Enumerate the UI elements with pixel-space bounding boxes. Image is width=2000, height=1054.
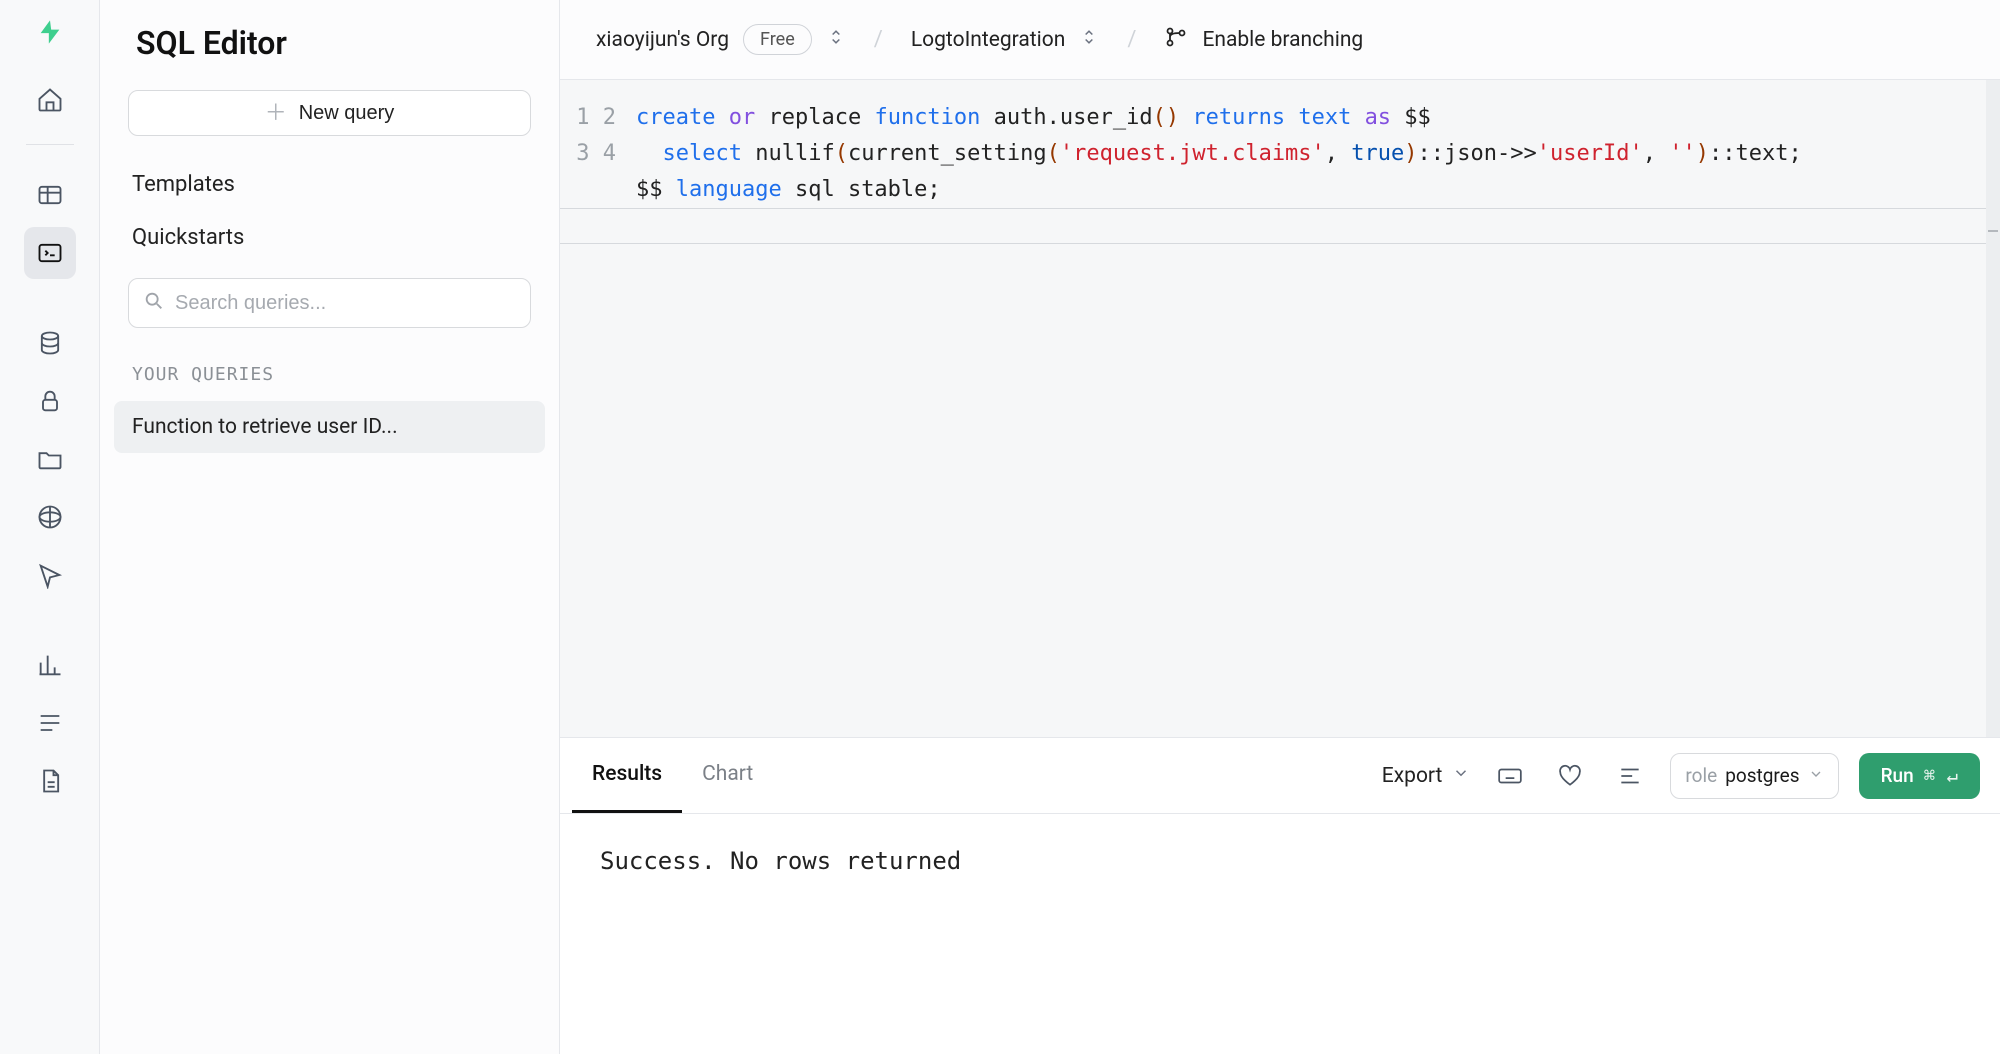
nav-edge-functions[interactable]	[24, 491, 76, 543]
tab-results[interactable]: Results	[572, 738, 682, 813]
plan-badge: Free	[743, 24, 812, 55]
breadcrumb-bar: xiaoyijun's Org Free / LogtoIntegration …	[560, 0, 2000, 80]
saved-query-item[interactable]: Function to retrieve user ID...	[114, 401, 545, 453]
nav-auth[interactable]	[24, 375, 76, 427]
sidebar-templates[interactable]: Templates	[128, 158, 531, 211]
sql-editor[interactable]: 1 2 3 4 create or replace function auth.…	[560, 80, 2000, 738]
editor-gutter: 1 2 3 4	[560, 80, 628, 737]
tab-chart[interactable]: Chart	[682, 738, 773, 813]
favorite-icon[interactable]	[1550, 756, 1590, 796]
results-message: Success. No rows returned	[600, 847, 961, 875]
branch-icon	[1164, 25, 1188, 55]
chevron-up-down-icon	[1079, 27, 1099, 53]
sql-sidebar: SQL Editor ＋ New query Templates Quickst…	[100, 0, 560, 1054]
role-value: postgres	[1725, 764, 1799, 787]
breadcrumb-sep: /	[864, 27, 893, 52]
editor-scrollbar[interactable]	[1986, 80, 2000, 737]
nav-logs[interactable]	[24, 697, 76, 749]
nav-storage[interactable]	[24, 433, 76, 485]
result-tabs: Results Chart	[572, 738, 773, 813]
nav-sql-editor[interactable]	[24, 227, 76, 279]
main: xiaoyijun's Org Free / LogtoIntegration …	[560, 0, 2000, 1054]
run-button[interactable]: Run ⌘ ↵	[1859, 753, 1980, 799]
nav-api-docs[interactable]	[24, 755, 76, 807]
org-name: xiaoyijun's Org	[596, 28, 729, 52]
nav-reports[interactable]	[24, 639, 76, 691]
search-icon	[143, 290, 165, 316]
export-button[interactable]: Export	[1382, 764, 1471, 788]
plus-icon: ＋	[265, 102, 287, 124]
align-icon[interactable]	[1610, 756, 1650, 796]
role-label: role	[1685, 764, 1717, 787]
chevron-down-icon	[1808, 764, 1824, 787]
result-toolbar: Results Chart Export role postgres	[560, 738, 2000, 814]
run-label: Run	[1881, 764, 1914, 787]
results-panel: Success. No rows returned	[560, 814, 2000, 1054]
nav-rail	[0, 0, 100, 1054]
project-name: LogtoIntegration	[911, 28, 1066, 52]
run-shortcut: ⌘ ↵	[1924, 765, 1958, 787]
supabase-logo-icon[interactable]	[36, 18, 64, 50]
chevron-up-down-icon	[826, 27, 846, 53]
nav-home[interactable]	[24, 74, 76, 126]
editor-code[interactable]: create or replace function auth.user_id(…	[628, 80, 1802, 737]
nav-database[interactable]	[24, 317, 76, 369]
nav-realtime[interactable]	[24, 549, 76, 601]
role-selector[interactable]: role postgres	[1670, 753, 1838, 799]
export-label: Export	[1382, 764, 1443, 788]
page-title: SQL Editor	[100, 0, 559, 90]
enable-branching-button[interactable]: Enable branching	[1164, 25, 1363, 55]
enable-branching-label: Enable branching	[1202, 28, 1363, 52]
new-query-button[interactable]: ＋ New query	[128, 90, 531, 136]
project-selector[interactable]: LogtoIntegration	[911, 27, 1100, 53]
sidebar-quickstarts[interactable]: Quickstarts	[128, 211, 531, 264]
breadcrumb-sep: /	[1117, 27, 1146, 52]
chevron-down-icon	[1452, 764, 1470, 788]
search-queries-input-wrap[interactable]	[128, 278, 531, 328]
rail-divider	[26, 144, 74, 145]
search-queries-input[interactable]	[175, 292, 516, 315]
org-selector[interactable]: xiaoyijun's Org Free	[596, 24, 846, 55]
keyboard-icon[interactable]	[1490, 756, 1530, 796]
new-query-label: New query	[299, 102, 395, 125]
nav-table-editor[interactable]	[24, 169, 76, 221]
your-queries-label: YOUR QUERIES	[132, 364, 527, 385]
